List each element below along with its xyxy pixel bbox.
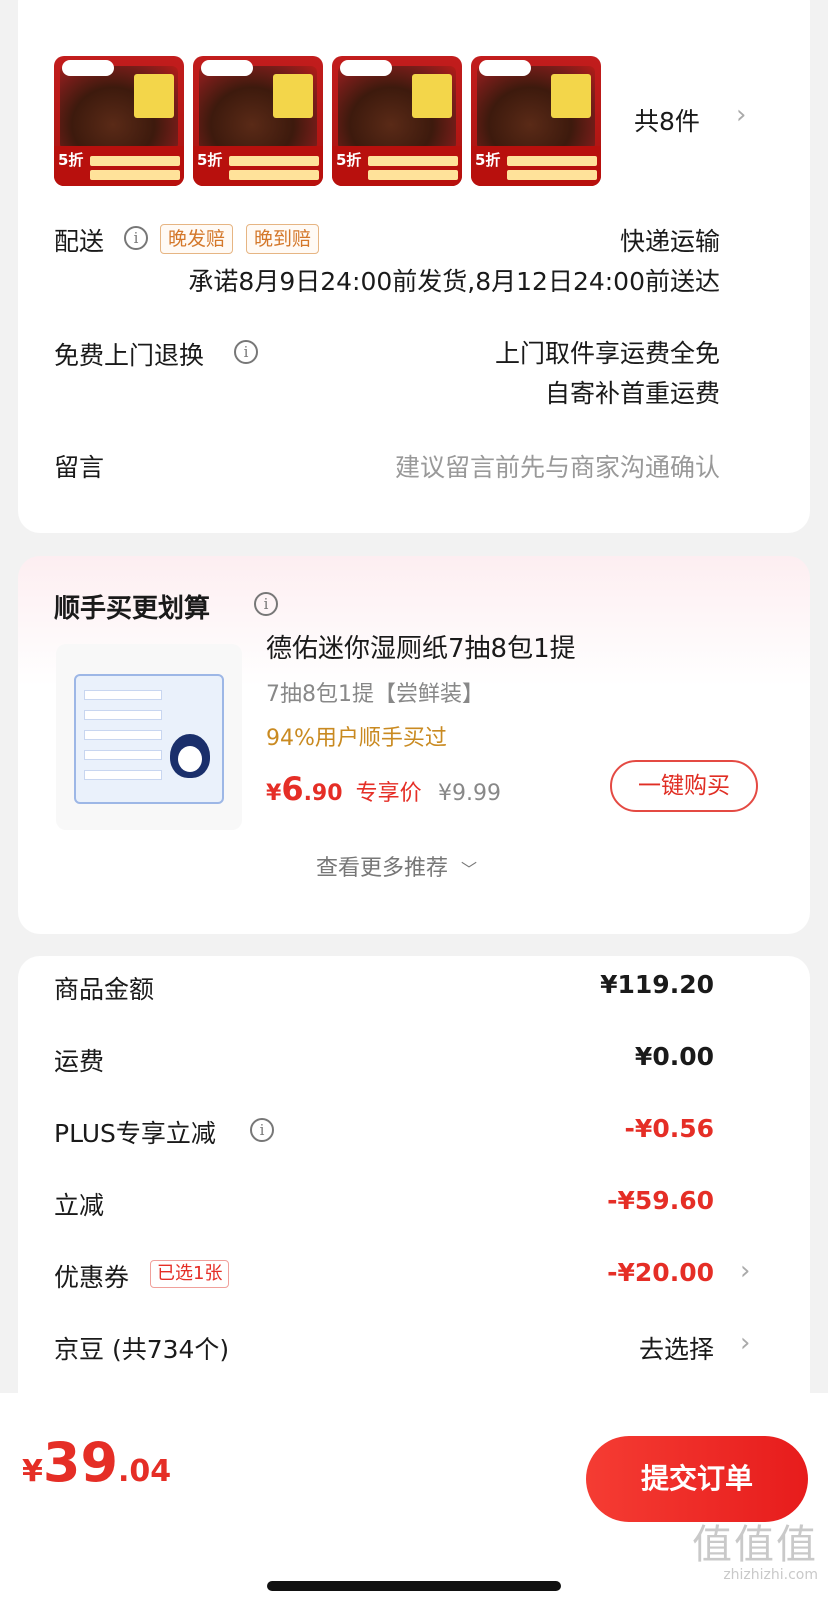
brand-logo bbox=[479, 60, 531, 76]
coupon-label: 优惠券 bbox=[54, 1263, 130, 1292]
product-thumbnail[interactable]: 5折 bbox=[193, 56, 323, 186]
shipping-label: 运费 bbox=[54, 1047, 105, 1076]
price-integer: 6 bbox=[281, 770, 304, 808]
pack-stripe bbox=[84, 770, 162, 780]
addon-product-image[interactable] bbox=[56, 644, 242, 830]
discount-tag: 5折 bbox=[197, 151, 223, 169]
pack-stripe bbox=[84, 690, 162, 700]
delivery-label: 配送 bbox=[54, 227, 105, 256]
promo-line bbox=[229, 170, 319, 180]
message-label: 留言 bbox=[54, 453, 105, 482]
product-pack-graphic bbox=[74, 674, 224, 804]
product-bag-graphic bbox=[551, 74, 591, 118]
total-integer: 39 bbox=[42, 1431, 119, 1494]
instant-discount-value: -¥59.60 bbox=[607, 1186, 714, 1215]
watermark-logo: 值值值 bbox=[692, 1522, 818, 1568]
promo-line bbox=[90, 170, 180, 180]
goods-amount-label: 商品金额 bbox=[54, 975, 155, 1004]
brand-logo bbox=[201, 60, 253, 76]
price-decimal: .90 bbox=[303, 781, 343, 806]
product-thumbnail[interactable]: 5折 bbox=[54, 56, 184, 186]
addon-title: 顺手买更划算 bbox=[54, 594, 211, 624]
pack-stripe bbox=[84, 730, 162, 740]
discount-tag: 5折 bbox=[475, 151, 501, 169]
plus-discount-value: -¥0.56 bbox=[624, 1114, 714, 1143]
message-input[interactable]: 建议留言前先与商家沟通确认 bbox=[395, 448, 720, 484]
item-count[interactable]: 共8件 bbox=[634, 102, 700, 138]
promo-line bbox=[507, 170, 597, 180]
free-return-label: 免费上门退换 bbox=[54, 341, 205, 370]
addon-product-name[interactable]: 德佑迷你湿厕纸7抽8包1提 bbox=[266, 628, 576, 665]
brand-logo bbox=[62, 60, 114, 76]
info-icon[interactable]: i bbox=[124, 226, 148, 250]
one-click-buy-button[interactable]: 一键购买 bbox=[610, 760, 758, 812]
promo-line bbox=[229, 156, 319, 166]
product-bag-graphic bbox=[273, 74, 313, 118]
original-price: ¥9.99 bbox=[438, 781, 501, 806]
chevron-right-icon[interactable]: › bbox=[740, 1328, 750, 1358]
chevron-right-icon[interactable]: › bbox=[736, 100, 746, 130]
currency-symbol: ¥ bbox=[22, 1454, 43, 1489]
submit-order-button[interactable]: 提交订单 bbox=[586, 1436, 808, 1522]
goods-amount-value: ¥119.20 bbox=[600, 970, 714, 999]
home-indicator bbox=[267, 1581, 561, 1591]
watermark-url: zhizhizhi.com bbox=[723, 1567, 818, 1583]
delivery-promise: 承诺8月9日24:00前发货,8月12日24:00前送达 bbox=[188, 267, 720, 296]
discount-tag: 5折 bbox=[336, 151, 362, 169]
product-bag-graphic bbox=[412, 74, 452, 118]
product-thumbnail[interactable]: 5折 bbox=[471, 56, 601, 186]
shipping-value: ¥0.00 bbox=[634, 1042, 714, 1071]
info-icon[interactable]: i bbox=[250, 1118, 274, 1142]
see-more-label: 查看更多推荐 bbox=[316, 856, 449, 881]
addon-social-proof: 94%用户顺手买过 bbox=[266, 726, 447, 751]
promo-line bbox=[90, 156, 180, 166]
addon-product-spec: 7抽8包1提【尝鲜装】 bbox=[266, 682, 484, 707]
coupon-value[interactable]: -¥20.00 bbox=[607, 1258, 714, 1287]
return-policy-line2: 自寄补首重运费 bbox=[544, 379, 720, 408]
delivery-method[interactable]: 快递运输 bbox=[620, 222, 720, 258]
coupon-selected-tag: 已选1张 bbox=[150, 1260, 230, 1288]
addon-price: ¥6.90 专享价 bbox=[266, 770, 422, 808]
promo-line bbox=[368, 156, 458, 166]
pack-stripe bbox=[84, 750, 162, 760]
checkout-bar: ¥39.04 提交订单 值值值 zhizhizhi.com bbox=[0, 1393, 828, 1607]
instant-discount-label: 立减 bbox=[54, 1191, 105, 1220]
pack-stripe bbox=[84, 710, 162, 720]
addon-recommend-card: 顺手买更划算 i 德佑迷你湿厕纸7抽8包1提 7抽8包1提【尝鲜装】 94%用户… bbox=[18, 556, 810, 934]
total-decimal: .04 bbox=[118, 1454, 172, 1489]
promo-line bbox=[368, 170, 458, 180]
brand-logo bbox=[340, 60, 392, 76]
penguin-mascot bbox=[170, 734, 210, 778]
jingdou-select[interactable]: 去选择 bbox=[639, 1330, 714, 1366]
info-icon[interactable]: i bbox=[234, 340, 258, 364]
promo-line bbox=[507, 156, 597, 166]
jingdou-label: 京豆 (共734个) bbox=[54, 1335, 230, 1364]
chevron-down-icon: ﹀ bbox=[461, 860, 478, 879]
see-more-recommend[interactable]: 查看更多推荐 ﹀ bbox=[316, 850, 477, 882]
discount-tag: 5折 bbox=[58, 151, 84, 169]
late-ship-tag: 晚发赔 bbox=[160, 224, 234, 254]
chevron-right-icon[interactable]: › bbox=[740, 1256, 750, 1286]
return-policy-line1: 上门取件享运费全免 bbox=[494, 339, 720, 368]
product-bag-graphic bbox=[134, 74, 174, 118]
plus-discount-label: PLUS专享立减 bbox=[54, 1119, 216, 1148]
total-price: ¥39.04 bbox=[22, 1431, 171, 1494]
watermark: 值值值 zhizhizhi.com bbox=[692, 1523, 818, 1583]
order-card: 5折 5折 5折 5折 共8件 › 配送 i 晚发赔 晚到赔 快递运输 承诺8月… bbox=[18, 0, 810, 533]
price-label: 专享价 bbox=[355, 781, 422, 806]
info-icon[interactable]: i bbox=[254, 592, 278, 616]
product-thumbnail[interactable]: 5折 bbox=[332, 56, 462, 186]
currency-symbol: ¥ bbox=[266, 781, 282, 806]
late-arrive-tag: 晚到赔 bbox=[246, 224, 320, 254]
